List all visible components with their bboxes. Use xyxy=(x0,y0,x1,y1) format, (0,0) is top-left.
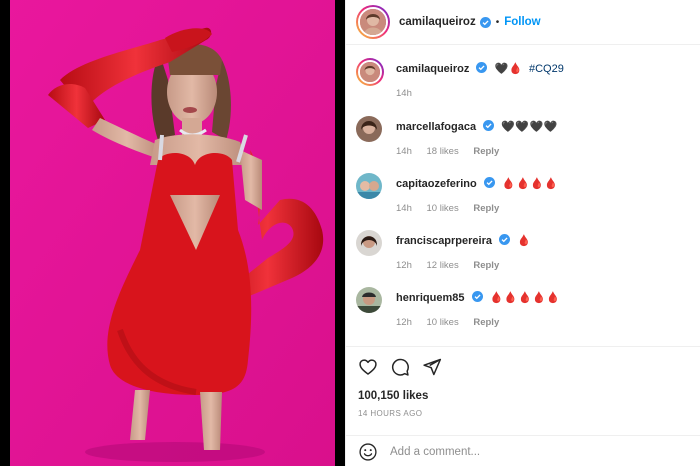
instagram-post: camilaqueiroz • Follow camilaqueiroz 🖤🩸 … xyxy=(0,0,700,466)
author-avatar-ring[interactable] xyxy=(356,5,390,39)
verified-badge-icon xyxy=(483,120,495,131)
comment-line: marcellafogaca 🖤🖤🖤🖤 xyxy=(396,120,696,135)
caption-avatar-ring[interactable] xyxy=(356,58,384,86)
caption-avatar[interactable] xyxy=(358,60,382,84)
comment-avatar[interactable] xyxy=(356,287,382,313)
reply-button[interactable]: Reply xyxy=(473,203,499,214)
caption-meta: 14h xyxy=(396,88,696,99)
comment-body: franciscaprpereira 🩸 12h 12 likes Reply xyxy=(396,234,696,271)
comment-icon[interactable] xyxy=(390,357,410,377)
caption-avatar-image xyxy=(360,62,380,82)
comment-text: 🩸🩸🩸🩸 xyxy=(501,178,559,190)
post-panel: camilaqueiroz • Follow camilaqueiroz 🖤🩸 … xyxy=(345,0,700,466)
caption-body: camilaqueiroz 🖤🩸 #CQ29 14h xyxy=(396,62,696,99)
comment-input[interactable] xyxy=(390,445,670,458)
comment-meta: 12h 10 likes Reply xyxy=(396,317,696,328)
comment-avatar-image xyxy=(356,287,382,313)
comment-likes[interactable]: 10 likes xyxy=(427,317,459,328)
comment-username[interactable]: marcellafogaca xyxy=(396,121,476,133)
verified-badge-icon xyxy=(479,16,491,28)
author-username[interactable]: camilaqueiroz xyxy=(399,16,476,28)
post-actions: 100,150 likes 14 HOURS AGO xyxy=(346,346,700,466)
comment-username[interactable]: capitaozeferino xyxy=(396,178,477,190)
comment-avatar-image xyxy=(356,116,382,142)
comment-likes[interactable]: 18 likes xyxy=(427,146,459,157)
caption-hashtag[interactable]: #CQ29 xyxy=(529,63,564,75)
verified-badge-icon xyxy=(499,234,511,245)
verified-badge-icon xyxy=(483,177,495,188)
comment-meta: 12h 12 likes Reply xyxy=(396,260,696,271)
separator-dot: • xyxy=(495,16,500,28)
action-icons xyxy=(358,357,442,377)
comment-line: franciscaprpereira 🩸 xyxy=(396,234,696,249)
comment-time[interactable]: 12h xyxy=(396,317,412,328)
comment-body: henriquem85 🩸🩸🩸🩸🩸 12h 10 likes Reply xyxy=(396,291,696,328)
emoji-icon[interactable] xyxy=(358,442,378,462)
author-avatar-image xyxy=(360,9,386,35)
comment-body: marcellafogaca 🖤🖤🖤🖤 14h 18 likes Reply xyxy=(396,120,696,157)
reply-button[interactable]: Reply xyxy=(473,146,499,157)
comment-avatar[interactable] xyxy=(356,173,382,199)
follow-button[interactable]: Follow xyxy=(504,16,540,28)
posted-time[interactable]: 14 HOURS AGO xyxy=(358,409,422,418)
post-media[interactable] xyxy=(0,0,345,466)
comment-avatar-image xyxy=(356,230,382,256)
add-comment-bar xyxy=(346,435,700,466)
verified-badge-icon xyxy=(471,291,483,302)
comments-list[interactable]: camilaqueiroz 🖤🩸 #CQ29 14h marcellafogac… xyxy=(346,46,700,346)
reply-button[interactable]: Reply xyxy=(473,260,499,271)
share-icon[interactable] xyxy=(422,357,442,377)
comment-username[interactable]: franciscaprpereira xyxy=(396,235,492,247)
comment-username[interactable]: henriquem85 xyxy=(396,292,464,304)
heart-icon[interactable] xyxy=(358,357,378,377)
comment-likes[interactable]: 10 likes xyxy=(427,203,459,214)
comment-text: 🩸 xyxy=(517,235,532,247)
comment-time[interactable]: 14h xyxy=(396,203,412,214)
author-avatar[interactable] xyxy=(358,7,388,37)
reply-button[interactable]: Reply xyxy=(473,317,499,328)
comment-avatar-image xyxy=(356,173,382,199)
comment-text: 🩸🩸🩸🩸🩸 xyxy=(489,292,561,304)
comment-meta: 14h 10 likes Reply xyxy=(396,203,696,214)
comment-likes[interactable]: 12 likes xyxy=(427,260,459,271)
comment-meta: 14h 18 likes Reply xyxy=(396,146,696,157)
caption-username[interactable]: camilaqueiroz xyxy=(396,63,469,75)
caption-line: camilaqueiroz 🖤🩸 #CQ29 xyxy=(396,62,696,77)
comment-avatar[interactable] xyxy=(356,116,382,142)
likes-count[interactable]: 100,150 likes xyxy=(358,390,428,402)
comment-time[interactable]: 14h xyxy=(396,146,412,157)
comment-text: 🖤🖤🖤🖤 xyxy=(501,121,559,133)
caption-time[interactable]: 14h xyxy=(396,88,412,99)
post-header: camilaqueiroz • Follow xyxy=(346,0,700,45)
comment-line: henriquem85 🩸🩸🩸🩸🩸 xyxy=(396,291,696,306)
comment-line: capitaozeferino 🩸🩸🩸🩸 xyxy=(396,177,696,192)
verified-badge-icon xyxy=(476,62,488,73)
post-photo xyxy=(0,0,345,466)
comment-body: capitaozeferino 🩸🩸🩸🩸 14h 10 likes Reply xyxy=(396,177,696,214)
comment-time[interactable]: 12h xyxy=(396,260,412,271)
caption-text: 🖤🩸 xyxy=(494,63,523,75)
comment-avatar[interactable] xyxy=(356,230,382,256)
